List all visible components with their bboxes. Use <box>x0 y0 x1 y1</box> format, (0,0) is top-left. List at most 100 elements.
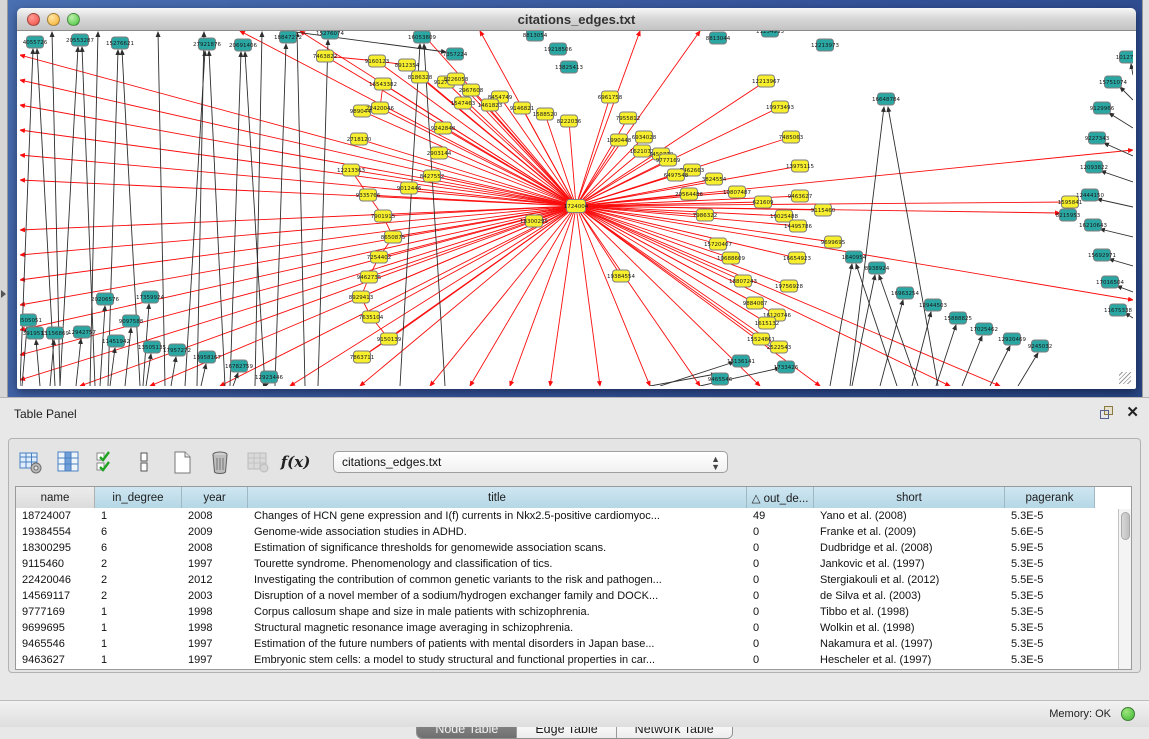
citation-edge-red[interactable] <box>20 206 576 255</box>
cell-pagerank[interactable]: 5.3E-5 <box>1005 621 1095 637</box>
memory-status-indicator[interactable] <box>1121 707 1135 721</box>
cell-year[interactable]: 1997 <box>182 557 248 573</box>
cell-year[interactable]: 2008 <box>182 509 248 525</box>
table-row[interactable]: 1938455462009Genome-wide association stu… <box>16 525 1118 541</box>
cell-out_de[interactable]: 0 <box>747 621 814 637</box>
citation-edge-black[interactable] <box>1100 229 1133 237</box>
table-row[interactable]: 969969511998Structural magnetic resonanc… <box>16 621 1118 637</box>
citation-edge-red[interactable] <box>20 105 576 206</box>
citation-edge-black[interactable] <box>850 107 884 386</box>
cell-year[interactable]: 1998 <box>182 621 248 637</box>
cell-pagerank[interactable]: 5.3E-5 <box>1005 509 1095 525</box>
cell-name[interactable]: 9463627 <box>16 653 95 669</box>
cell-pagerank[interactable]: 5.3E-5 <box>1005 605 1095 621</box>
citation-edge-black[interactable] <box>110 348 115 386</box>
citation-edge-black[interactable] <box>1131 64 1133 75</box>
cell-year[interactable]: 1997 <box>182 653 248 669</box>
citation-edge-black[interactable] <box>1109 259 1133 266</box>
cell-name[interactable]: 18300295 <box>16 541 95 557</box>
cell-name[interactable]: 14569117 <box>16 589 95 605</box>
citation-edge-black[interactable] <box>125 328 131 386</box>
citation-edge-black[interactable] <box>171 357 176 386</box>
citation-edge-red[interactable] <box>576 206 1000 386</box>
citation-edge-red[interactable] <box>20 130 576 206</box>
cell-name[interactable]: 9465546 <box>16 637 95 653</box>
citation-edge-black[interactable] <box>1109 113 1133 128</box>
cell-in_degree[interactable]: 2 <box>95 557 182 573</box>
citation-edge-red[interactable] <box>576 206 767 323</box>
citation-edge-black[interactable] <box>197 32 204 386</box>
citation-edge-black[interactable] <box>230 52 241 386</box>
table-row[interactable]: 946362711997Embryonic stem cells: a mode… <box>16 653 1118 669</box>
citation-edge-red[interactable] <box>20 206 576 305</box>
citation-edge-black[interactable] <box>1104 143 1133 156</box>
cell-short[interactable]: Hescheler et al. (1997) <box>814 653 1005 669</box>
citation-edge-black[interactable] <box>201 364 206 386</box>
cell-title[interactable]: Tourette syndrome. Phenomenology and cla… <box>248 557 747 573</box>
table-row[interactable]: 1456911722003Disruption of a novel membe… <box>16 589 1118 605</box>
citation-edge-black[interactable] <box>36 340 40 386</box>
cell-in_degree[interactable]: 1 <box>95 653 182 669</box>
citation-edge-black[interactable] <box>255 32 262 386</box>
cell-short[interactable]: de Silva et al. (2003) <box>814 589 1005 605</box>
cell-short[interactable]: Nakamura et al. (1997) <box>814 637 1005 653</box>
network-view-canvas[interactable]: 7463822916012389123541654338281863289127… <box>20 31 1133 386</box>
citation-network-graph[interactable]: 7463822916012389123541654338281863289127… <box>20 31 1133 386</box>
cell-short[interactable]: Yano et al. (2008) <box>814 509 1005 525</box>
cell-out_de[interactable]: 0 <box>747 525 814 541</box>
cell-pagerank[interactable]: 5.3E-5 <box>1005 589 1095 605</box>
select-all-columns-icon[interactable] <box>93 450 118 475</box>
cell-name[interactable]: 9777169 <box>16 605 95 621</box>
citation-edge-black[interactable] <box>1097 199 1133 207</box>
table-row[interactable]: 2242004622012Investigating the contribut… <box>16 573 1118 589</box>
citation-edge-black[interactable] <box>1101 171 1133 182</box>
citation-edge-black[interactable] <box>245 52 265 386</box>
cell-year[interactable]: 2008 <box>182 541 248 557</box>
cell-name[interactable]: 9699695 <box>16 621 95 637</box>
column-header-short[interactable]: short <box>814 487 1005 508</box>
close-panel-icon[interactable]: ✕ <box>1126 406 1139 420</box>
cell-pagerank[interactable]: 5.9E-5 <box>1005 541 1095 557</box>
cell-out_de[interactable]: 0 <box>747 653 814 669</box>
table-row[interactable]: 977716911998Corpus callosum shape and si… <box>16 605 1118 621</box>
cell-name[interactable]: 9115460 <box>16 557 95 573</box>
float-panel-icon[interactable] <box>1100 406 1114 420</box>
cell-in_degree[interactable]: 6 <box>95 541 182 557</box>
cell-name[interactable]: 19384554 <box>16 525 95 541</box>
citation-edge-black[interactable] <box>830 264 852 386</box>
column-header-pagerank[interactable]: pagerank <box>1005 487 1095 508</box>
cell-short[interactable]: Tibbo et al. (1998) <box>814 605 1005 621</box>
cell-out_de[interactable]: 0 <box>747 557 814 573</box>
table-row[interactable]: 911546021997Tourette syndrome. Phenomeno… <box>16 557 1118 573</box>
window-resize-grip[interactable] <box>1119 372 1131 384</box>
citation-edge-black[interactable] <box>100 306 105 386</box>
citation-edge-black[interactable] <box>1117 286 1133 292</box>
cell-year[interactable]: 2012 <box>182 573 248 589</box>
network-window[interactable]: citations_edges.txt 74638229160123891235… <box>17 8 1136 389</box>
function-builder-icon[interactable]: f(x) <box>283 450 308 475</box>
citation-edge-black[interactable] <box>912 312 931 386</box>
table-settings-icon[interactable] <box>17 450 42 475</box>
cell-pagerank[interactable]: 5.5E-5 <box>1005 573 1095 589</box>
panel-expand-arrow-icon[interactable] <box>1 290 6 298</box>
cell-out_de[interactable]: 0 <box>747 637 814 653</box>
citation-edge-black[interactable] <box>1120 87 1133 100</box>
table-scrollbar-thumb[interactable] <box>1121 512 1130 540</box>
cell-title[interactable]: Changes of HCN gene expression and I(f) … <box>248 509 747 525</box>
citation-edge-red[interactable] <box>576 206 700 386</box>
cell-title[interactable]: Corpus callosum shape and size in male p… <box>248 605 747 621</box>
row-height-icon[interactable] <box>131 450 156 475</box>
network-window-titlebar[interactable]: citations_edges.txt <box>17 8 1136 31</box>
citation-edge-black[interactable] <box>888 107 938 386</box>
cell-in_degree[interactable]: 1 <box>95 509 182 525</box>
column-header-in_degree[interactable]: in_degree <box>95 487 182 508</box>
citation-edge-black[interactable] <box>962 336 982 386</box>
create-table-icon[interactable] <box>169 450 194 475</box>
cell-short[interactable]: Wolkin et al. (1998) <box>814 621 1005 637</box>
cell-title[interactable]: Investigating the contribution of common… <box>248 573 747 589</box>
cell-title[interactable]: Estimation of significance thresholds fo… <box>248 541 747 557</box>
table-row[interactable]: 946554611997Estimation of the future num… <box>16 637 1118 653</box>
citation-edge-black[interactable] <box>1018 353 1038 386</box>
citation-edge-black[interactable] <box>146 354 151 386</box>
citation-edge-red[interactable] <box>20 206 576 330</box>
